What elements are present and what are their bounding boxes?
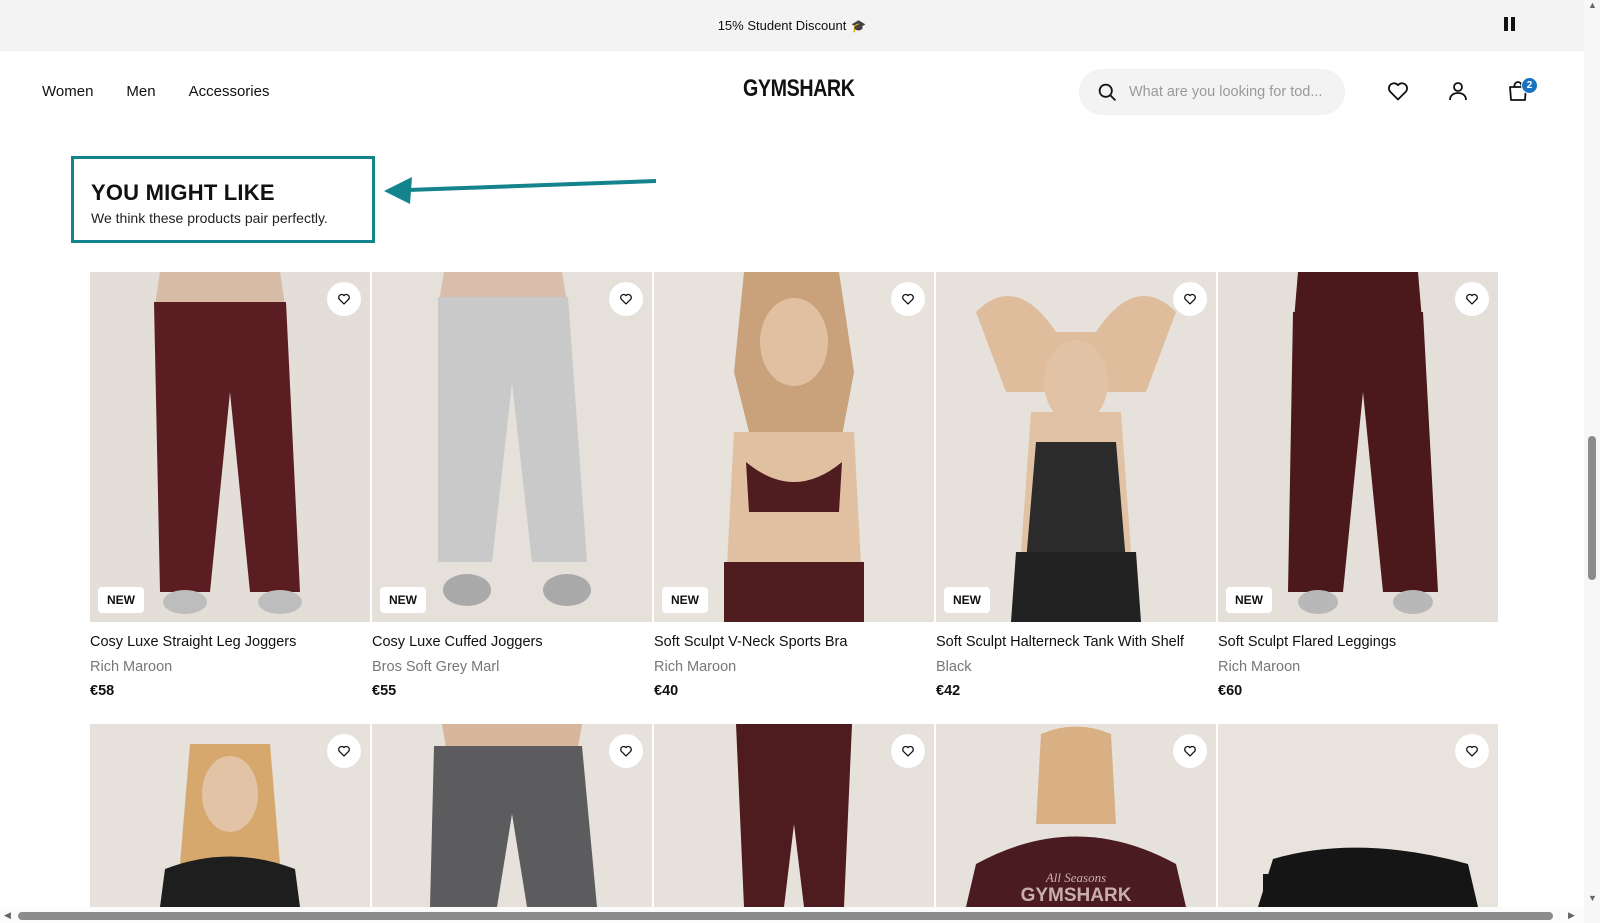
wishlist-heart-icon[interactable]	[891, 734, 925, 768]
nav-men[interactable]: Men	[126, 83, 155, 100]
scroll-up-arrow-icon[interactable]: ▲	[1588, 0, 1597, 10]
product-card[interactable]: NEW Cosy Luxe Cuffed Joggers Bros Soft G…	[372, 272, 652, 699]
horizontal-scrollbar[interactable]: ◀ ▶	[0, 907, 1584, 923]
pause-icon[interactable]	[1504, 17, 1518, 33]
horizontal-scroll-thumb[interactable]	[18, 912, 1553, 920]
wishlist-heart-icon[interactable]	[609, 282, 643, 316]
wishlist-heart-icon[interactable]	[609, 734, 643, 768]
product-color: Rich Maroon	[90, 659, 173, 675]
scroll-left-arrow-icon[interactable]: ◀	[4, 910, 11, 921]
product-name[interactable]: Soft Sculpt Flared Leggings	[1218, 634, 1498, 650]
product-grid-row-1: NEW Cosy Luxe Straight Leg Joggers Rich …	[90, 272, 1498, 699]
product-card[interactable]: NEW Soft Sculpt Halterneck Tank With She…	[936, 272, 1216, 699]
product-name[interactable]: Cosy Luxe Cuffed Joggers	[372, 634, 652, 650]
maroon-graphic-tee-image[interactable]: All Seasons GYMSHARK	[936, 724, 1216, 907]
product-grid-row-2: All Seasons GYMSHARK	[90, 724, 1498, 907]
section-title: YOU MIGHT LIKE	[91, 180, 275, 205]
scroll-down-arrow-icon[interactable]: ▼	[1588, 893, 1597, 903]
nav-women[interactable]: Women	[42, 83, 93, 100]
account-icon[interactable]	[1446, 79, 1470, 103]
product-price: €58	[90, 683, 115, 699]
product-card[interactable]: NEW Soft Sculpt V-Neck Sports Bra Rich M…	[654, 272, 934, 699]
new-badge: NEW	[662, 587, 708, 613]
black-crop-top-image[interactable]	[90, 724, 370, 907]
wishlist-heart-icon[interactable]	[1455, 734, 1489, 768]
graduation-cap-icon: 🎓	[851, 18, 867, 33]
product-card[interactable]	[1218, 724, 1498, 907]
new-badge: NEW	[944, 587, 990, 613]
gymshark-logo[interactable]: GYMSHARK	[743, 75, 855, 103]
new-badge: NEW	[1226, 587, 1272, 613]
product-color: Rich Maroon	[1218, 659, 1301, 675]
wishlist-heart-icon[interactable]	[327, 734, 361, 768]
product-image[interactable]: NEW	[90, 272, 370, 622]
new-badge: NEW	[98, 587, 144, 613]
product-card[interactable]	[90, 724, 370, 907]
grey-track-pants-image[interactable]	[372, 724, 652, 907]
search-bar[interactable]	[1079, 69, 1345, 115]
product-color: Black	[936, 659, 972, 675]
vertical-scroll-thumb[interactable]	[1588, 436, 1596, 580]
wishlist-heart-icon[interactable]	[891, 282, 925, 316]
nav-accessories[interactable]: Accessories	[189, 83, 270, 100]
product-price: €60	[1218, 683, 1243, 699]
product-card[interactable]: NEW Soft Sculpt Flared Leggings Rich Mar…	[1218, 272, 1498, 699]
tee-script-text: All Seasons	[1045, 870, 1106, 885]
announcement-bar: 15% Student Discount 🎓	[0, 0, 1584, 51]
site-header: Women Men Accessories GYMSHARK 2	[0, 51, 1584, 133]
announcement-text: 15% Student Discount	[717, 18, 847, 33]
product-name[interactable]: Cosy Luxe Straight Leg Joggers	[90, 634, 370, 650]
wishlist-heart-icon[interactable]	[327, 282, 361, 316]
product-image[interactable]: NEW	[1218, 272, 1498, 622]
you-might-like-highlight: YOU MIGHT LIKE We think these products p…	[71, 156, 375, 243]
section-subtitle: We think these products pair perfectly.	[91, 210, 328, 226]
product-card[interactable]	[372, 724, 652, 907]
product-name[interactable]: Soft Sculpt Halterneck Tank With Shelf	[936, 634, 1216, 650]
product-image[interactable]: NEW	[936, 272, 1216, 622]
product-price: €40	[654, 683, 679, 699]
product-price: €42	[936, 683, 961, 699]
product-image[interactable]: NEW	[372, 272, 652, 622]
annotation-arrow	[384, 177, 656, 204]
product-card[interactable]: NEW Cosy Luxe Straight Leg Joggers Rich …	[90, 272, 370, 699]
cart-count-badge: 2	[1521, 77, 1538, 94]
maroon-leggings-image[interactable]	[654, 724, 934, 907]
vertical-scrollbar[interactable]: ▲ ▼	[1584, 0, 1600, 923]
wishlist-heart-icon[interactable]	[1173, 282, 1207, 316]
main-nav: Women Men Accessories	[42, 83, 269, 100]
search-icon	[1098, 83, 1116, 101]
product-name[interactable]: Soft Sculpt V-Neck Sports Bra	[654, 634, 934, 650]
wishlist-heart-icon[interactable]	[1455, 282, 1489, 316]
product-color: Rich Maroon	[654, 659, 737, 675]
product-card[interactable]	[654, 724, 934, 907]
new-badge: NEW	[380, 587, 426, 613]
product-card[interactable]: All Seasons GYMSHARK	[936, 724, 1216, 907]
search-input[interactable]	[1129, 84, 1329, 100]
product-color: Bros Soft Grey Marl	[372, 659, 500, 675]
wishlist-heart-icon[interactable]	[1173, 734, 1207, 768]
product-price: €55	[372, 683, 397, 699]
tee-print-text: GYMSHARK	[1021, 885, 1132, 906]
wishlist-heart-icon[interactable]	[1386, 79, 1410, 103]
black-bag-image[interactable]	[1218, 724, 1498, 907]
scroll-right-arrow-icon[interactable]: ▶	[1568, 910, 1575, 921]
product-image[interactable]: NEW	[654, 272, 934, 622]
